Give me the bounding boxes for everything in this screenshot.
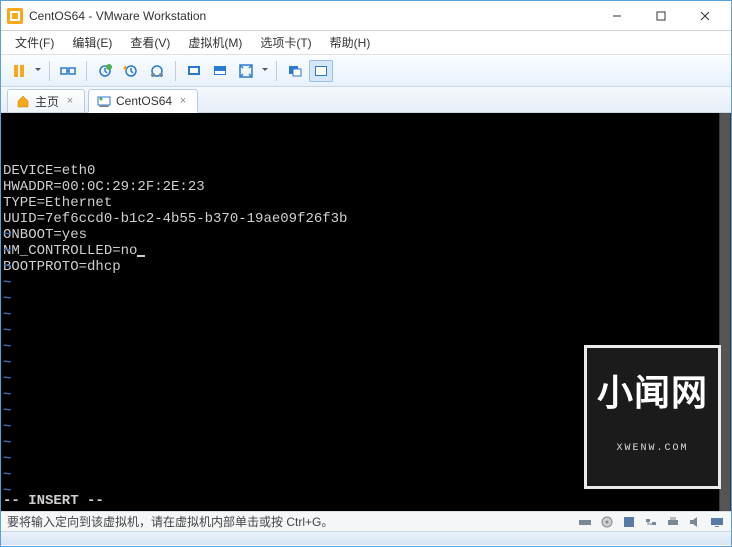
terminal-line: NM_CONTROLLED=no xyxy=(3,243,729,259)
view-dropdown[interactable] xyxy=(260,68,270,74)
guest-display[interactable]: ~ ~ ~ ~ ~ ~ ~ ~ ~ ~ ~ ~ ~ ~ ~ ~ ~ DEVICE… xyxy=(1,113,731,511)
fit-guest-button[interactable] xyxy=(182,60,206,82)
fullscreen-button[interactable] xyxy=(234,60,258,82)
menu-file[interactable]: 文件(F) xyxy=(7,31,62,54)
display-icon[interactable] xyxy=(709,515,725,529)
cd-icon[interactable] xyxy=(599,515,615,529)
tab-home-close[interactable]: × xyxy=(64,95,76,107)
titlebar: CentOS64 - VMware Workstation xyxy=(1,1,731,31)
watermark-url: XWENW.COM xyxy=(597,444,708,454)
window-title: CentOS64 - VMware Workstation xyxy=(29,9,595,23)
snapshot-manager-button[interactable] xyxy=(145,60,169,82)
toolbar xyxy=(1,55,731,87)
tab-home-label: 主页 xyxy=(35,93,59,110)
printer-icon[interactable] xyxy=(665,515,681,529)
bottom-strip xyxy=(1,531,731,545)
tab-vm-close[interactable]: × xyxy=(177,95,189,107)
terminal-line: HWADDR=00:0C:29:2F:2E:23 xyxy=(3,179,729,195)
network-icon[interactable] xyxy=(643,515,659,529)
terminal-line: ONBOOT=yes xyxy=(3,227,729,243)
fit-window-button[interactable] xyxy=(208,60,232,82)
usb-icon[interactable] xyxy=(577,515,593,529)
watermark-text: 小闻网 xyxy=(597,378,708,414)
home-icon xyxy=(16,94,30,108)
power-dropdown[interactable] xyxy=(33,68,43,74)
close-button[interactable] xyxy=(683,2,727,30)
minimize-button[interactable] xyxy=(595,2,639,30)
thumbnail-button[interactable] xyxy=(309,60,333,82)
device-tray xyxy=(577,515,725,529)
menu-edit[interactable]: 编辑(E) xyxy=(64,31,120,54)
vim-mode-indicator: -- INSERT -- xyxy=(3,493,104,509)
snapshot-revert-button[interactable] xyxy=(119,60,143,82)
menu-view[interactable]: 查看(V) xyxy=(122,31,178,54)
terminal-line: TYPE=Ethernet xyxy=(3,195,729,211)
menubar: 文件(F) 编辑(E) 查看(V) 虚拟机(M) 选项卡(T) 帮助(H) xyxy=(1,31,731,55)
sound-icon[interactable] xyxy=(687,515,703,529)
terminal-line: UUID=7ef6ccd0-b1c2-4b55-b370-19ae09f26f3… xyxy=(3,211,729,227)
menu-vm[interactable]: 虚拟机(M) xyxy=(180,31,250,54)
tab-vm-label: CentOS64 xyxy=(116,94,172,108)
menu-tabs[interactable]: 选项卡(T) xyxy=(252,31,319,54)
terminal-line: BOOTPROTO=dhcp xyxy=(3,259,729,275)
tab-vm-centos64[interactable]: CentOS64 × xyxy=(88,89,198,113)
floppy-icon[interactable] xyxy=(621,515,637,529)
watermark: 小闻网 XWENW.COM xyxy=(584,345,721,489)
app-icon xyxy=(7,8,23,24)
pause-button[interactable] xyxy=(7,60,31,82)
terminal-line: DEVICE=eth0 xyxy=(3,163,729,179)
vim-tilde-column: ~ ~ ~ ~ ~ ~ ~ ~ ~ ~ ~ ~ ~ ~ ~ ~ ~ xyxy=(3,115,11,509)
statusbar: 要将输入定向到该虚拟机，请在虚拟机内部单击或按 Ctrl+G。 xyxy=(1,511,731,531)
maximize-button[interactable] xyxy=(639,2,683,30)
snapshot-take-button[interactable] xyxy=(93,60,117,82)
menu-help[interactable]: 帮助(H) xyxy=(322,31,379,54)
tab-home[interactable]: 主页 × xyxy=(7,89,85,112)
vm-icon xyxy=(97,94,111,108)
send-ctrl-alt-del-button[interactable] xyxy=(56,60,80,82)
unity-button[interactable] xyxy=(283,60,307,82)
tab-bar: 主页 × CentOS64 × xyxy=(1,87,731,113)
status-hint: 要将输入定向到该虚拟机，请在虚拟机内部单击或按 Ctrl+G。 xyxy=(7,513,333,530)
